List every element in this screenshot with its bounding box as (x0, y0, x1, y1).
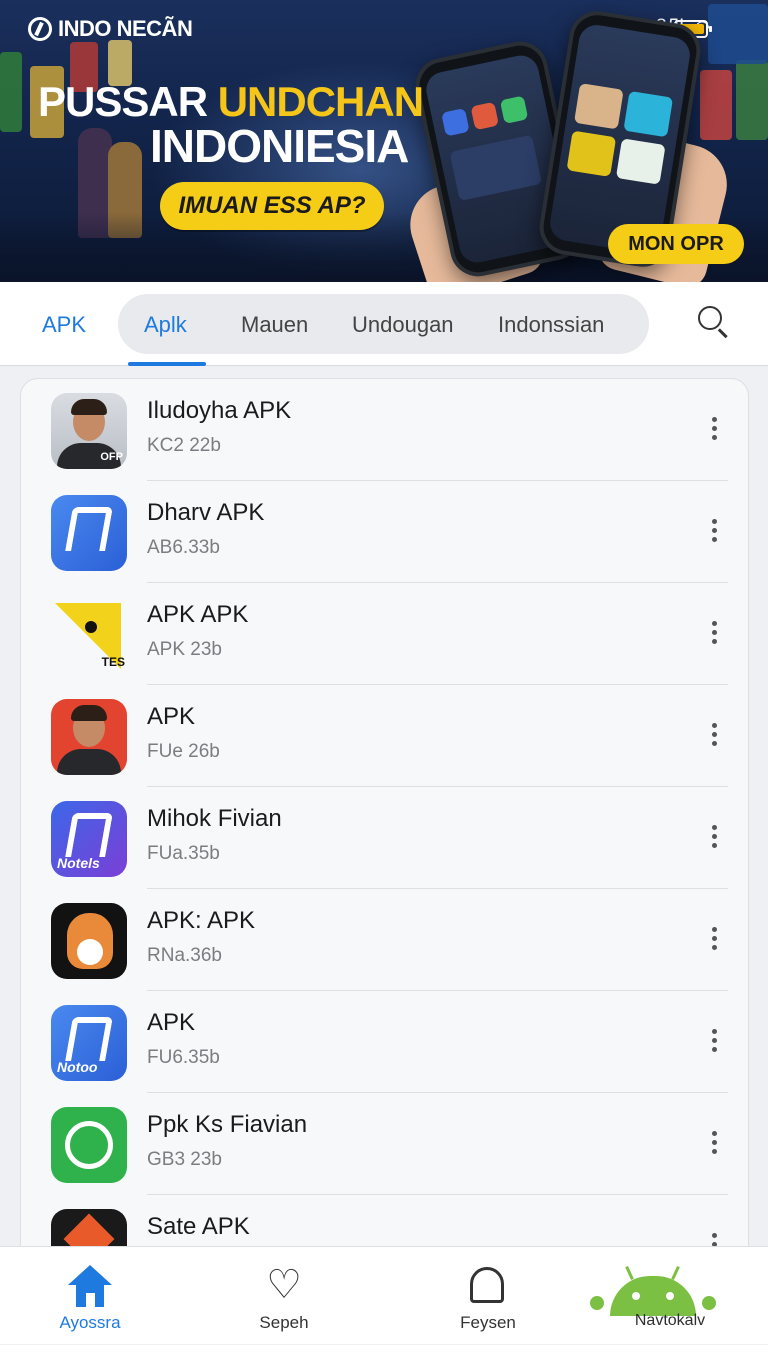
more-options-icon[interactable] (707, 825, 721, 855)
brand-name: INDO NECÃN (58, 16, 193, 41)
hero-cta-button[interactable]: IMUAN ESS AP? (160, 182, 384, 230)
app-name: Sate APK (147, 1213, 250, 1240)
list-item[interactable]: Notels Mihok Fivian FUa.35b (21, 787, 748, 889)
app-meta: FUa.35b (147, 843, 220, 864)
search-icon[interactable] (694, 304, 734, 344)
headline-part: PUSSAR (38, 78, 218, 125)
app-name: APK (147, 703, 196, 730)
icon-caption: TES (101, 655, 125, 669)
more-options-icon[interactable] (707, 927, 721, 957)
list-item[interactable]: OFP Iludoyha APK KC2 22b (21, 379, 748, 481)
tab-undougan[interactable]: Undougan (352, 312, 454, 338)
more-options-icon[interactable] (707, 1131, 721, 1161)
app-meta: KC2 22b (147, 435, 221, 456)
whatsapp-icon (51, 1107, 127, 1183)
nav-item-home[interactable]: Ayossra (20, 1247, 160, 1345)
nav-label: Ayossra (59, 1313, 121, 1332)
nav-item-favorites[interactable]: ♡ Sepeh (214, 1247, 354, 1345)
more-options-icon[interactable] (707, 723, 721, 753)
tab-mauen[interactable]: Mauen (241, 312, 308, 338)
blue-a-icon: Notoo (51, 1005, 127, 1081)
more-options-icon[interactable] (707, 417, 721, 447)
list-item[interactable]: Dharv APK AB6.33b (21, 481, 748, 583)
list-item[interactable]: Notoo APK FU6.35b (21, 991, 748, 1093)
android-icon[interactable] (588, 1262, 718, 1344)
more-options-icon[interactable] (707, 1029, 721, 1059)
icon-tag: OFP (100, 451, 123, 463)
fox-icon (51, 903, 127, 979)
headline-line2: INDONIESIA (150, 120, 409, 172)
list-item[interactable]: APK FUe 26b (21, 685, 748, 787)
app-list: OFP Iludoyha APK KC2 22b Dharv APK AB6.3… (20, 378, 749, 1278)
app-meta: FUe 26b (147, 741, 220, 762)
app-name: APK APK (147, 601, 249, 628)
nav-label-android[interactable]: Navtokalv (600, 1312, 740, 1330)
blue-a-icon (51, 495, 127, 571)
street-sign (708, 4, 768, 64)
tab-indonssian[interactable]: Indonssian (498, 312, 604, 338)
icon-caption: Notoo (57, 1059, 98, 1075)
tab-apk[interactable]: APK (42, 312, 86, 338)
person-red-icon (51, 699, 127, 775)
brand-logo: INDO NECÃN (28, 16, 193, 42)
home-icon (68, 1265, 112, 1307)
category-tab-bar: APK Aplk Mauen Undougan Indonssian (0, 282, 768, 366)
brand-mark-icon (28, 17, 52, 41)
app-meta: FU6.35b (147, 1047, 220, 1068)
list-item[interactable]: APK: APK RNa.36b (21, 889, 748, 991)
headline-highlight: UNDCHAN (217, 78, 424, 125)
app-meta: GB3 23b (147, 1149, 222, 1170)
street-sign (700, 70, 732, 140)
list-item[interactable]: TES APK APK APK 23b (21, 583, 748, 685)
nav-item-notifications[interactable]: Feysen (418, 1247, 558, 1345)
bell-icon (470, 1267, 504, 1303)
app-meta: APK 23b (147, 639, 222, 660)
street-sign (736, 60, 768, 140)
app-name: Iludoyha APK (147, 397, 292, 424)
app-name: Dharv APK (147, 499, 265, 526)
more-options-icon[interactable] (707, 519, 721, 549)
nav-label: Feysen (460, 1313, 516, 1332)
hero-secondary-button[interactable]: MON OPR (608, 224, 744, 264)
app-name: Ppk Ks Fiavian (147, 1111, 308, 1138)
hero-headline: PUSSAR UNDCHAN INDONIESIA (38, 78, 424, 172)
active-tab-indicator (128, 362, 206, 366)
heart-icon: ♡ (266, 1263, 302, 1307)
app-name: APK: APK (147, 907, 256, 934)
tab-aplk[interactable]: Aplk (144, 312, 187, 338)
yellow-triangle-icon: TES (51, 597, 127, 673)
notels-icon: Notels (51, 801, 127, 877)
app-name: Mihok Fivian (147, 805, 282, 832)
nav-label: Sepeh (259, 1313, 309, 1332)
more-options-icon[interactable] (707, 621, 721, 651)
person-icon: OFP (51, 393, 127, 469)
street-sign (0, 52, 22, 132)
hero-banner[interactable]: INDO NECÃN ✱ ⫶ ◠ 8ЛI ◠ PUSSAR UNDCHAN IN… (0, 0, 768, 282)
app-name: APK (147, 1009, 196, 1036)
icon-caption: Notels (57, 855, 100, 871)
app-meta: RNa.36b (147, 945, 222, 966)
app-meta: AB6.33b (147, 537, 220, 558)
list-item[interactable]: Ppk Ks Fiavian GB3 23b (21, 1093, 748, 1195)
